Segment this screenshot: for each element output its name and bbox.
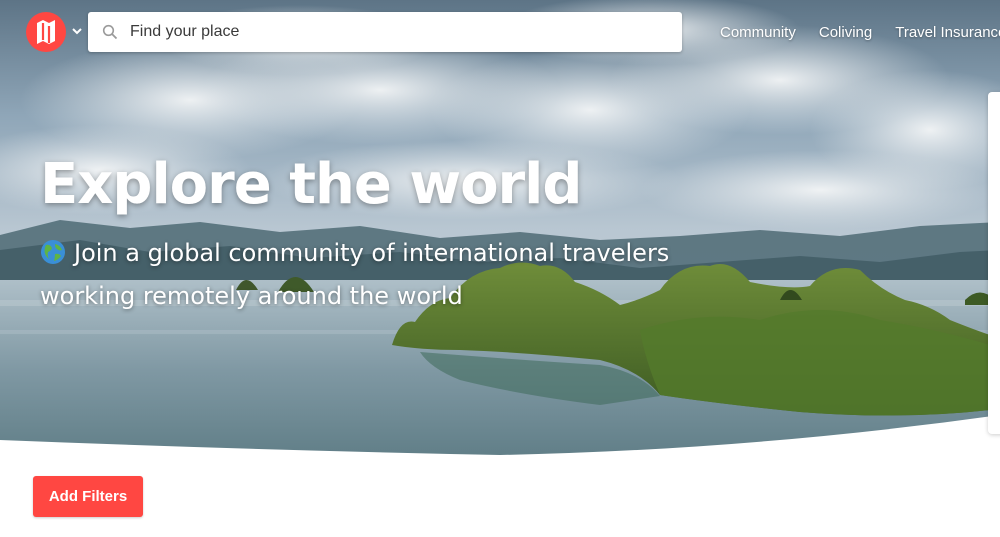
nav-link-coliving[interactable]: Coliving xyxy=(819,24,872,41)
nav-link-community[interactable]: Community xyxy=(720,24,796,41)
chevron-down-icon[interactable] xyxy=(70,24,84,38)
hero-background-image xyxy=(0,0,1000,462)
add-filters-button[interactable]: Add Filters xyxy=(33,476,143,517)
side-panel-edge xyxy=(988,92,1000,434)
hero-banner xyxy=(0,0,1000,462)
main-nav: Community Coliving Travel Insurance xyxy=(720,0,1000,64)
logo-button[interactable] xyxy=(26,12,66,52)
hero-subtitle: Join a global community of international… xyxy=(40,232,720,318)
page: Community Coliving Travel Insurance Expl… xyxy=(0,0,1000,537)
map-logo-icon xyxy=(37,20,55,44)
search-icon xyxy=(102,24,118,40)
top-navigation-bar: Community Coliving Travel Insurance xyxy=(0,0,1000,64)
nav-link-travel-insurance[interactable]: Travel Insurance xyxy=(895,24,1000,41)
search-input[interactable] xyxy=(130,12,670,52)
hero-title: Explore the world xyxy=(40,152,582,217)
hero-subtitle-text: Join a global community of international… xyxy=(40,239,670,310)
globe-icon xyxy=(41,240,65,264)
search-bar xyxy=(88,12,682,52)
